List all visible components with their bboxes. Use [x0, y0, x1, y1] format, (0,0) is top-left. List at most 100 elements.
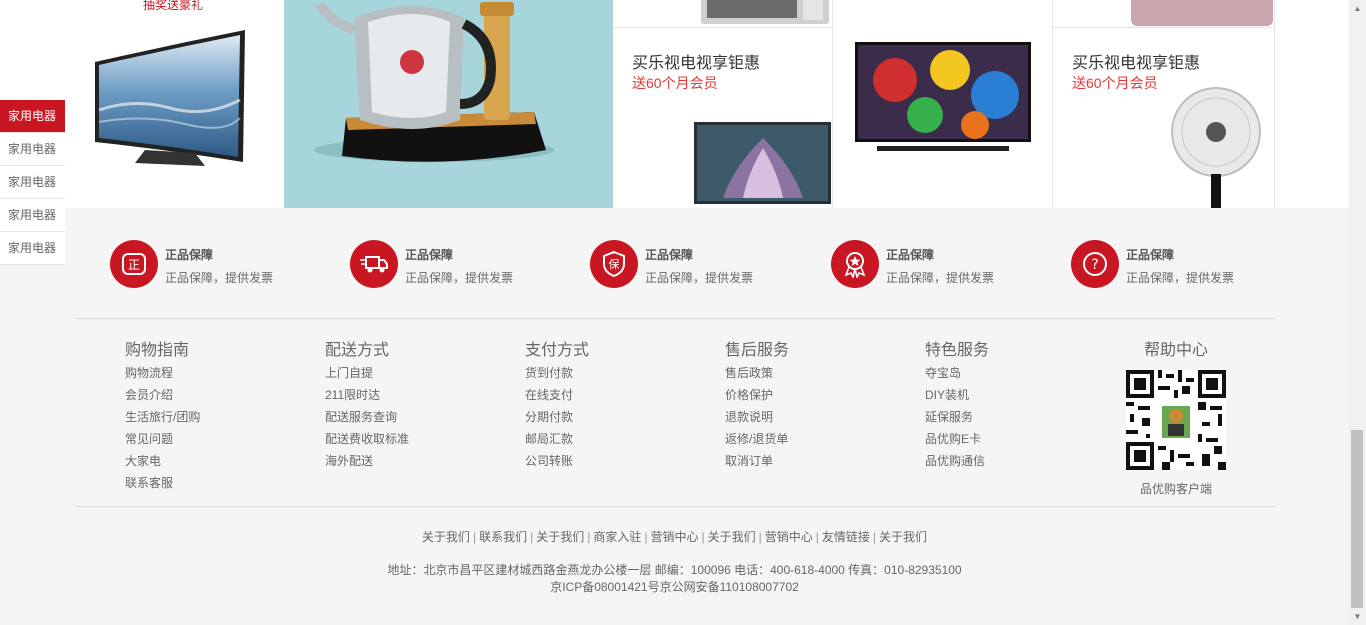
product-tile-kettle[interactable]: [284, 0, 613, 208]
column-title: 配送方式: [325, 342, 390, 359]
column-title: 支付方式: [525, 342, 590, 359]
guarantee-title: 正品保障: [1126, 248, 1175, 262]
warranty-shield-icon: 保: [590, 240, 638, 288]
footer-link[interactable]: 配送服务查询: [325, 406, 515, 428]
footer-link[interactable]: 211限时达: [325, 384, 515, 406]
footer-link[interactable]: 品优购E卡: [925, 428, 1115, 450]
product-tile-letv-promo-right[interactable]: 买乐视电视享钜惠 送60个月会员: [1053, 0, 1275, 208]
bottom-link-bar: 关于我们 | 联系我们 | 关于我们 | 商家入驻 | 营销中心 | 关于我们 | 营销中心 | 友情链接 |…: [0, 528, 1349, 545]
icp-license: 京ICP备08001421号京公网安备110108007702: [550, 580, 799, 594]
qr-caption: 品优购客户端: [1139, 482, 1212, 496]
footer-column-payment: 支付方式 货到付款 在线支付 分期付款 邮局汇款 公司转账: [525, 340, 715, 472]
guarantee-item: 正品保障 正品保障，提供发票: [315, 238, 515, 290]
column-title: 售后服务: [725, 342, 790, 359]
footer-column-after-sales: 售后服务 售后政策 价格保护 退款说明 返修/退货单 取消订单: [725, 340, 915, 472]
bottom-link-marketing[interactable]: 营销中心: [650, 530, 698, 544]
svg-text:正: 正: [128, 258, 140, 272]
guarantee-desc: 正品保障，提供发票: [1126, 271, 1235, 285]
footer-link[interactable]: 价格保护: [725, 384, 915, 406]
footer-link[interactable]: 会员介绍: [125, 384, 315, 406]
footer-link[interactable]: 购物流程: [125, 362, 315, 384]
electric-kettle-image: [314, 1, 554, 162]
bottom-link-about[interactable]: 关于我们: [879, 530, 927, 544]
guarantee-item: 正 正品保障 正品保障，提供发票: [75, 238, 275, 290]
sidebar-item-appliances[interactable]: 家用电器: [0, 166, 65, 199]
footer-link[interactable]: 在线支付: [525, 384, 715, 406]
genuine-icon: 正: [110, 240, 158, 288]
footer-link[interactable]: 配送费收取标准: [325, 428, 515, 450]
colorful-tv-image: [855, 42, 1031, 151]
guarantee-title: 正品保障: [645, 248, 694, 262]
electric-fan-image: [1171, 87, 1261, 208]
separator: |: [758, 530, 762, 544]
bottom-link-merchant[interactable]: 商家入驻: [593, 530, 641, 544]
sidebar-item-appliances[interactable]: 家用电器: [0, 199, 65, 232]
footer-link[interactable]: 夺宝岛: [925, 362, 1115, 384]
sidebar-item-appliances[interactable]: 家用电器: [0, 133, 65, 166]
footer-link[interactable]: 联系客服: [125, 472, 315, 494]
svg-text:保: 保: [609, 257, 620, 271]
footer-link[interactable]: 货到付款: [525, 362, 715, 384]
footer-link[interactable]: 公司转账: [525, 450, 715, 472]
column-title: 特色服务: [925, 342, 990, 359]
product-strip: 抽奖送豪礼 买乐视电视享钜惠 送60个月会员 买乐视电视享钜惠 送60个月会员: [0, 0, 1349, 208]
guarantee-desc: 正品保障，提供发票: [405, 271, 514, 285]
footer-link[interactable]: 延保服务: [925, 406, 1115, 428]
separator: |: [472, 530, 477, 544]
aircon-image-strip: [1053, 0, 1274, 28]
product-tile-color-tv[interactable]: [833, 0, 1053, 208]
promo-title: 买乐视电视享钜惠: [632, 55, 761, 72]
guarantee-title: 正品保障: [405, 248, 454, 262]
scrollbar-thumb[interactable]: [1351, 430, 1363, 608]
footer-link[interactable]: 生活旅行/团购: [125, 406, 315, 428]
footer-link[interactable]: 上门自提: [325, 362, 515, 384]
svg-text:?: ?: [1091, 257, 1098, 273]
sidebar-item-appliances[interactable]: 家用电器: [0, 100, 65, 133]
scroll-up-icon[interactable]: ▲: [1349, 0, 1366, 17]
product-tag: 抽奖送豪礼: [143, 0, 204, 12]
bottom-link-contact[interactable]: 联系我们: [479, 530, 527, 544]
footer-link[interactable]: 取消订单: [725, 450, 915, 472]
guarantee-desc: 正品保障，提供发票: [165, 271, 274, 285]
bottom-link-about[interactable]: 关于我们: [536, 530, 584, 544]
guarantee-item: 正品保障 正品保障，提供发票: [796, 238, 996, 290]
footer-link[interactable]: DIY装机: [925, 384, 1115, 406]
product-tile-curved-tv[interactable]: 抽奖送豪礼: [75, 0, 284, 208]
footer-link[interactable]: 邮局汇款: [525, 428, 715, 450]
footer-link[interactable]: 大家电: [125, 450, 315, 472]
sidebar-item-appliances[interactable]: 家用电器: [0, 232, 65, 265]
guarantee-item: 保 正品保障 正品保障，提供发票: [555, 238, 755, 290]
guarantee-desc: 正品保障，提供发票: [886, 271, 995, 285]
flat-tv-image: [694, 122, 831, 204]
qr-code-icon[interactable]: [1126, 370, 1226, 470]
footer-link[interactable]: 退款说明: [725, 406, 915, 428]
bottom-link-about[interactable]: 关于我们: [422, 530, 470, 544]
footer-column-special-services: 特色服务 夺宝岛 DIY装机 延保服务 品优购E卡 品优购通信: [925, 340, 1115, 472]
guarantee-title: 正品保障: [886, 248, 935, 262]
footer-link[interactable]: 品优购通信: [925, 450, 1115, 472]
footer-column-delivery: 配送方式 上门自提 211限时达 配送服务查询 配送费收取标准 海外配送: [325, 340, 515, 472]
footer-link[interactable]: 分期付款: [525, 406, 715, 428]
footer-link[interactable]: 常见问题: [125, 428, 315, 450]
help-question-icon: ?: [1071, 240, 1119, 288]
promo-subtitle: 送60个月会员: [1072, 75, 1158, 91]
bottom-link-friends[interactable]: 友情链接: [822, 530, 870, 544]
product-tile-letv-promo-left[interactable]: 买乐视电视享钜惠 送60个月会员: [613, 0, 833, 208]
page-scrollbar[interactable]: ▲ ▼: [1349, 0, 1366, 625]
footer-link[interactable]: 返修/退货单: [725, 428, 915, 450]
footer-link[interactable]: 售后政策: [725, 362, 915, 384]
address-line: 地址：北京市昌平区建材城西路金燕龙办公楼一层 邮编：100096 电话：400-…: [387, 563, 962, 577]
guarantee-item: ? 正品保障 正品保障，提供发票: [1036, 238, 1236, 290]
footer-column-shopping-guide: 购物指南 购物流程 会员介绍 生活旅行/团购 常见问题 大家电 联系客服: [125, 340, 315, 494]
delivery-truck-icon: [350, 240, 398, 288]
separator: |: [872, 530, 877, 544]
footer-link[interactable]: 海外配送: [325, 450, 515, 472]
company-address: 地址：北京市昌平区建材城西路金燕龙办公楼一层 邮编：100096 电话：400-…: [0, 562, 1349, 596]
separator: |: [587, 530, 591, 544]
scroll-down-icon[interactable]: ▼: [1349, 608, 1366, 625]
separator: |: [644, 530, 648, 544]
bottom-link-about[interactable]: 关于我们: [708, 530, 756, 544]
footer-link-columns: 购物指南 购物流程 会员介绍 生活旅行/团购 常见问题 大家电 联系客服 配送方…: [75, 340, 1275, 500]
bottom-link-marketing[interactable]: 营销中心: [765, 530, 813, 544]
oven-image-strip: [613, 0, 832, 28]
